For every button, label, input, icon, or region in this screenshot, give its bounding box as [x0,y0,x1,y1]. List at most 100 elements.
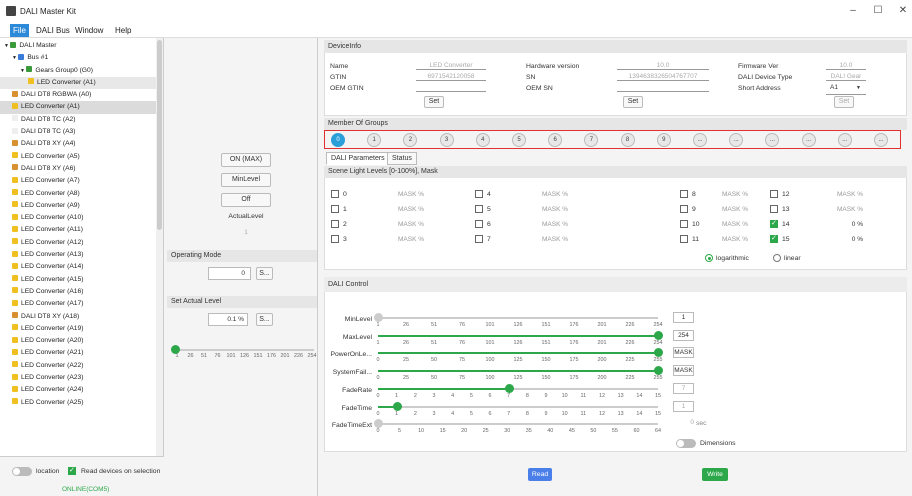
tree-item[interactable]: LED Converter (A23) [0,372,163,384]
menu-dali-bus[interactable]: DALI Bus [33,24,73,37]
tree-item[interactable]: DALI DT8 XY (A4) [0,138,163,150]
scene-level-input[interactable]: 0 % [825,221,863,228]
scene-3-checkbox[interactable] [331,235,339,244]
scene-level-input[interactable]: MASK % [386,221,424,228]
scene-10-checkbox[interactable] [680,220,688,229]
scene-13-checkbox[interactable] [770,205,778,214]
slider-track[interactable] [378,405,658,408]
slider-value-input[interactable]: 1 [673,400,694,412]
tree-item[interactable]: LED Converter (A25) [0,397,163,409]
oem-sn-input[interactable] [617,91,709,92]
tree-item[interactable]: LED Converter (A1) [0,76,163,90]
minimize-button[interactable]: – [843,5,863,16]
linear-radio[interactable] [773,254,781,263]
group-13-toggle[interactable]: ... [801,133,816,147]
short-address-select[interactable]: A1 ▼ [826,84,866,95]
scene-level-input[interactable]: MASK % [386,191,424,198]
tree-item[interactable]: LED Converter (A14) [0,261,163,273]
tree-item[interactable]: LED Converter (A5) [0,151,163,163]
group-8-toggle[interactable]: 8 [620,133,635,147]
group-14-toggle[interactable]: ... [837,133,852,147]
scene-4-checkbox[interactable] [475,190,483,199]
set-short-address-button[interactable]: Set [834,96,854,108]
slider-track[interactable] [378,317,658,319]
scene-level-input[interactable]: 0 % [825,236,863,243]
scene-5-checkbox[interactable] [475,205,483,214]
min-level-button[interactable]: MinLevel [221,173,271,187]
maximize-button[interactable]: ☐ [868,5,888,16]
write-button[interactable]: Write [702,468,728,481]
scene-level-input[interactable]: MASK % [386,206,424,213]
tree-item[interactable]: LED Converter (A12) [0,237,163,249]
scene-level-input[interactable]: MASK % [530,236,568,243]
tree-item[interactable]: LED Converter (A24) [0,384,163,396]
tree-item[interactable]: DALI DT8 XY (A6) [0,163,163,175]
tree-item[interactable]: DALI DT8 TC (A3) [0,126,163,138]
group-10-toggle[interactable]: ... [693,133,707,147]
tree-item[interactable]: LED Converter (A13) [0,249,163,261]
tree-item[interactable]: DALI DT8 RGBWA (A0) [0,89,163,101]
group-4-toggle[interactable]: 4 [475,133,490,147]
scene-level-input[interactable]: MASK % [825,206,863,213]
tree-item[interactable]: LED Converter (A21) [0,347,163,359]
scene-1-checkbox[interactable] [331,205,339,214]
scene-7-checkbox[interactable] [475,235,483,244]
tree-item[interactable]: LED Converter (A9) [0,200,163,212]
set-oem-gtin-button[interactable]: Set [424,96,444,108]
operating-mode-set-button[interactable]: S... [256,267,273,280]
tree-item[interactable]: DALI DT8 XY (A18) [0,311,163,323]
menu-window[interactable]: Window [72,24,106,37]
scene-level-input[interactable]: MASK % [386,236,424,243]
tree-item[interactable]: LED Converter (A10) [0,212,163,224]
slider-value-input[interactable]: 254 [673,329,694,341]
scene-15-checkbox[interactable] [770,234,778,244]
scene-level-input[interactable]: MASK % [530,191,568,198]
scene-9-checkbox[interactable] [680,205,688,214]
slider-knob[interactable] [374,313,383,322]
operating-mode-input[interactable]: 0 [208,267,251,280]
slider-knob[interactable] [504,383,514,393]
scene-level-input[interactable]: MASK % [530,206,568,213]
menu-file[interactable]: File [10,24,29,37]
tab-dali-parameters[interactable]: DALI Parameters [326,152,390,165]
group-5-toggle[interactable]: 5 [512,133,526,147]
group-9-toggle[interactable]: 9 [656,133,671,147]
off-button[interactable]: Off [221,193,271,207]
group-15-toggle[interactable]: ... [874,133,888,147]
tree-item[interactable]: LED Converter (A16) [0,286,163,298]
tree-item[interactable]: ▼ Bus #1 [0,52,163,64]
set-actual-level-input[interactable]: 0.1 % [208,313,248,326]
tree-item[interactable]: LED Converter (A11) [0,224,163,236]
close-button[interactable]: ✕ [893,5,912,16]
scene-11-checkbox[interactable] [680,235,688,244]
scene-level-input[interactable]: MASK % [710,191,748,198]
set-actual-level-button[interactable]: S... [256,313,273,326]
slider-knob[interactable] [654,330,663,340]
location-toggle[interactable] [12,467,32,478]
tree-item[interactable]: LED Converter (A8) [0,188,163,200]
tree-item[interactable]: DALI DT8 TC (A2) [0,114,163,126]
slider-value-input[interactable]: MASK [673,365,694,377]
dimensions-toggle[interactable] [676,439,696,450]
scene-level-input[interactable]: MASK % [710,236,748,243]
read-on-selection-checkbox[interactable] [68,466,76,476]
slider-value-input[interactable]: 1 [673,312,694,323]
menu-help[interactable]: Help [112,24,134,37]
scene-6-checkbox[interactable] [475,220,483,229]
read-button[interactable]: Read [528,468,552,481]
tree-item[interactable]: ▼ Gears Group0 (G0) [0,65,163,77]
scene-8-checkbox[interactable] [680,190,688,199]
tree-item[interactable]: LED Converter (A20) [0,335,163,347]
group-3-toggle[interactable]: 3 [439,133,454,147]
tree-item[interactable]: LED Converter (A22) [0,360,163,372]
slider-value-input[interactable]: 0 [673,418,694,429]
scene-level-input[interactable]: MASK % [825,191,863,198]
tree-item[interactable]: LED Converter (A19) [0,323,163,335]
scene-0-checkbox[interactable] [331,190,339,199]
slider-knob[interactable] [392,401,402,411]
tree-item[interactable]: LED Converter (A1) [0,101,163,114]
slider-value-input[interactable]: MASK [673,347,694,359]
scene-14-checkbox[interactable] [770,219,778,229]
scene-12-checkbox[interactable] [770,190,778,199]
slider-value-input[interactable]: 7 [673,382,694,394]
